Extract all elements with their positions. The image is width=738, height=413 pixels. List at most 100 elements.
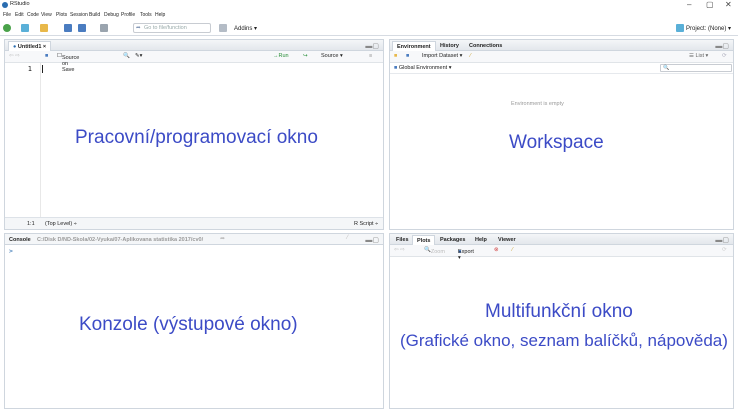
refresh-icon[interactable]: ⟳ [722, 53, 727, 59]
minimize-button[interactable]: – [687, 0, 691, 9]
go-to-directory-icon[interactable]: ➦ [220, 235, 225, 242]
tab-environment[interactable]: Environment [392, 41, 436, 51]
console-window-buttons[interactable]: ▬▢ [365, 236, 379, 244]
line-number: 1 [27, 65, 32, 73]
wand-icon[interactable]: ✎▾ [135, 53, 142, 59]
project-label: Project: (None) ▾ [686, 25, 732, 32]
environment-header: Environment History Connections ▬▢ [390, 40, 733, 51]
menu-session[interactable]: Session [70, 12, 88, 18]
remove-plot-icon[interactable]: ⊗ [494, 247, 499, 253]
plot-nav-icon[interactable]: ⇦ ⇨ [394, 247, 405, 253]
save-file-icon[interactable]: ■ [45, 53, 48, 59]
menu-file[interactable]: File [3, 12, 11, 18]
broom-icon[interactable]: ⁄ [470, 53, 471, 59]
rerun-icon[interactable]: ↪ [303, 53, 308, 59]
save-workspace-icon[interactable]: ■ [406, 53, 409, 59]
run-button[interactable]: →Run [273, 53, 289, 59]
project-icon [676, 24, 684, 32]
goto-file-input[interactable]: ➦ Go to file/function [133, 23, 211, 33]
global-environment-selector[interactable]: ■ Global Environment ▾ [394, 65, 451, 71]
search-icon[interactable]: 🔍 [123, 53, 130, 59]
save-icon [64, 24, 72, 32]
tab-connections[interactable]: Connections [465, 41, 506, 51]
menu-debug[interactable]: Debug [104, 12, 119, 18]
source-statusbar: 1:1 (Top Level) ÷ R Script ÷ [5, 217, 383, 229]
close-button[interactable]: ✕ [725, 0, 732, 9]
files-header: Files Plots Packages Help Viewer ▬▢ [390, 234, 733, 245]
source-pane-header: ● Untitled1 × ▬▢ [5, 40, 383, 51]
addins-button[interactable]: Addins ▾ [234, 23, 257, 33]
source-pane-window-buttons[interactable]: ▬▢ [365, 42, 379, 50]
save-button[interactable] [64, 23, 72, 33]
menu-bar: File Edit Code View Plots Session Build … [0, 11, 738, 20]
grid-icon [219, 24, 227, 32]
scope-selector[interactable]: (Top Level) ÷ [45, 221, 77, 227]
tab-plots[interactable]: Plots [412, 235, 436, 245]
tab-untitled1[interactable]: ● Untitled1 × [8, 41, 52, 51]
line-number-gutter: 1 [5, 63, 41, 217]
new-file-button[interactable] [3, 23, 11, 33]
files-pane: Files Plots Packages Help Viewer ▬▢ ⇦ ⇨ … [389, 233, 734, 409]
tab-help[interactable]: Help [471, 235, 491, 245]
environment-window-buttons[interactable]: ▬▢ [715, 42, 729, 50]
new-project-icon [21, 24, 29, 32]
back-forward-icon[interactable]: ⇦ ⇨ [9, 53, 20, 59]
new-project-button[interactable] [21, 23, 29, 33]
import-dataset-button[interactable]: Import Dataset ▾ [422, 53, 462, 59]
menu-build[interactable]: Build [89, 12, 100, 18]
source-pane: ● Untitled1 × ▬▢ ⇦ ⇨ ■ ☐ Source on Save … [4, 39, 384, 230]
files-window-buttons[interactable]: ▬▢ [715, 236, 729, 244]
files-overlay-sublabel: (Grafické okno, seznam balíčků, nápověda… [400, 331, 728, 350]
tab-console[interactable]: Console [5, 235, 35, 245]
plots-refresh-icon[interactable]: ⟳ [722, 247, 727, 253]
outline-icon[interactable]: ≡ [369, 53, 372, 59]
console-header: Console C:/Disk D/ND-Skola/02-Vyuka/07-A… [5, 234, 383, 245]
list-view-button[interactable]: ☰ List ▾ [689, 53, 708, 59]
load-workspace-icon[interactable]: ■ [394, 53, 397, 59]
rstudio-logo-icon [2, 2, 8, 8]
menu-edit[interactable]: Edit [15, 12, 24, 18]
source-toolbar: ⇦ ⇨ ■ ☐ Source on Save 🔍 ✎▾ →Run ↪ Sourc… [5, 51, 383, 73]
menu-code[interactable]: Code [27, 12, 39, 18]
menu-help[interactable]: Help [155, 12, 165, 18]
console-pane: Console C:/Disk D/ND-Skola/02-Vyuka/07-A… [4, 233, 384, 409]
print-icon [100, 24, 108, 32]
project-menu-button[interactable]: Project: (None) ▾ [676, 23, 731, 33]
window-title: RStudio [10, 1, 30, 7]
maximize-button[interactable]: ▢ [706, 0, 714, 9]
folder-icon [40, 24, 48, 32]
open-file-button[interactable] [40, 23, 48, 33]
files-overlay-label: Multifunkční okno [485, 301, 633, 322]
zoom-button[interactable]: 🔍 Zoom [424, 247, 445, 255]
environment-search-input[interactable]: 🔍 [660, 64, 732, 72]
tab-files[interactable]: Files [392, 235, 413, 245]
goto-arrow-icon: ➦ [136, 25, 141, 31]
file-type-selector[interactable]: R Script ÷ [354, 221, 378, 227]
save-all-button[interactable] [78, 23, 86, 33]
goto-placeholder: Go to file/function [144, 25, 187, 31]
environment-toolbar: ■ ■ Import Dataset ▾ ⁄ ☰ List ▾ ⟳ [390, 51, 733, 63]
source-on-save-checkbox[interactable]: ☐ Source on Save [57, 53, 79, 73]
main-toolbar: ➦ Go to file/function Addins ▾ Project: … [0, 20, 738, 36]
source-overlay-label: Pracovní/programovací okno [75, 127, 318, 148]
menu-tools[interactable]: Tools [140, 12, 152, 18]
grid-layout-button[interactable] [219, 23, 227, 33]
environment-icon: ■ [394, 65, 398, 71]
environment-empty-message: Environment is empty [511, 101, 564, 107]
tab-history[interactable]: History [436, 41, 463, 51]
plots-toolbar: ⇦ ⇨ 🔍 Zoom ■ Export ▾ ⊗ ⁄ ⟳ [390, 245, 733, 261]
environment-pane: Environment History Connections ▬▢ ■ ■ I… [389, 39, 734, 230]
menu-profile[interactable]: Profile [121, 12, 135, 18]
cursor-position: 1:1 [27, 221, 35, 227]
menu-plots[interactable]: Plots [56, 12, 67, 18]
console-overlay-label: Konzole (výstupové okno) [79, 314, 298, 335]
tab-packages[interactable]: Packages [436, 235, 469, 245]
source-button[interactable]: Source ▾ [321, 53, 343, 59]
menu-view[interactable]: View [41, 12, 52, 18]
tab-viewer[interactable]: Viewer [494, 235, 520, 245]
environment-scope-bar: ■ Global Environment ▾ 🔍 [390, 63, 733, 74]
clear-plots-icon[interactable]: ⁄ [512, 247, 513, 253]
save-all-icon [78, 24, 86, 32]
clear-console-icon[interactable]: ⁄ [347, 235, 348, 241]
print-button[interactable] [100, 23, 108, 33]
